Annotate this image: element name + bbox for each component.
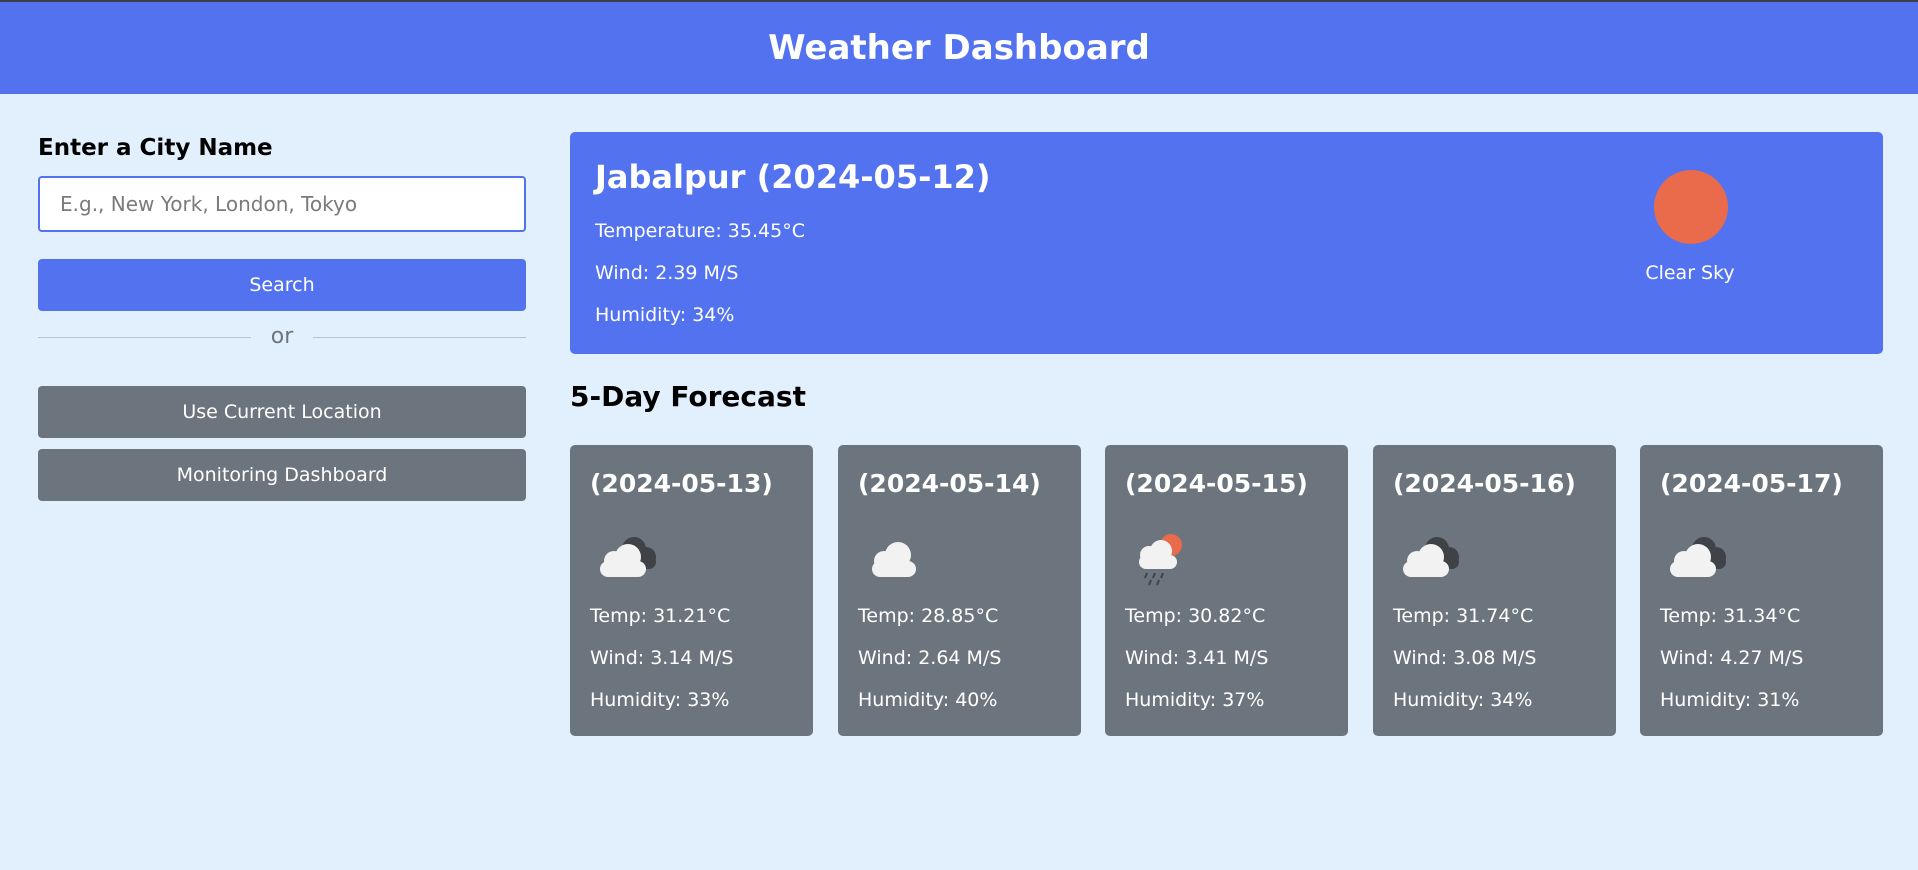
forecast-title: 5-Day Forecast [570,380,806,413]
use-current-location-button[interactable]: Use Current Location [38,386,526,438]
current-weather-card: Jabalpur (2024-05-12) Temperature: 35.45… [570,132,1883,354]
forecast-wind: Wind: 4.27 M/S [1660,647,1804,669]
forecast-humidity: Humidity: 40% [858,689,998,711]
forecast-card: (2024-05-17) Temp: 31.34°C Wind: 4.27 M/… [1640,445,1883,736]
forecast-date: (2024-05-14) [858,469,1041,498]
forecast-wind: Wind: 3.14 M/S [590,647,734,669]
monitoring-dashboard-button[interactable]: Monitoring Dashboard [38,449,526,501]
city-input-label: Enter a City Name [38,135,273,161]
forecast-wind: Wind: 2.64 M/S [858,647,1002,669]
current-weather-description: Clear Sky [1645,262,1735,284]
forecast-humidity: Humidity: 33% [590,689,730,711]
forecast-date: (2024-05-16) [1393,469,1576,498]
current-humidity: Humidity: 34% [595,304,735,326]
current-city-title: Jabalpur (2024-05-12) [595,158,991,196]
broken-clouds-icon [1403,537,1459,577]
broken-clouds-icon [600,537,656,577]
forecast-date: (2024-05-15) [1125,469,1308,498]
forecast-temp: Temp: 30.82°C [1125,605,1266,627]
forecast-humidity: Humidity: 31% [1660,689,1800,711]
forecast-card: (2024-05-13) Temp: 31.21°C Wind: 3.14 M/… [570,445,813,736]
city-search-input[interactable] [38,176,526,232]
forecast-card: (2024-05-14) Temp: 28.85°C Wind: 2.64 M/… [838,445,1081,736]
forecast-temp: Temp: 31.74°C [1393,605,1534,627]
page-title: Weather Dashboard [768,28,1150,68]
forecast-temp: Temp: 31.21°C [590,605,731,627]
or-separator: or [38,322,526,352]
forecast-date: (2024-05-13) [590,469,773,498]
forecast-wind: Wind: 3.41 M/S [1125,647,1269,669]
app-header: Weather Dashboard [0,2,1918,94]
forecast-humidity: Humidity: 37% [1125,689,1265,711]
current-wind: Wind: 2.39 M/S [595,262,739,284]
forecast-card: (2024-05-15) Temp: 30.82°C Wind: 3.41 M/… [1105,445,1348,736]
forecast-date: (2024-05-17) [1660,469,1843,498]
search-panel: Enter a City Name Search or Use Current … [38,130,526,501]
forecast-wind: Wind: 3.08 M/S [1393,647,1537,669]
light-rain-sun-icon [1139,534,1182,586]
current-temperature: Temperature: 35.45°C [595,220,805,242]
forecast-card: (2024-05-16) Temp: 31.74°C Wind: 3.08 M/… [1373,445,1616,736]
cloud-icon [872,542,916,577]
forecast-temp: Temp: 28.85°C [858,605,999,627]
current-weather-icon-box: Clear Sky [1640,170,1740,310]
separator-text: or [270,324,294,349]
clear-sky-sun-icon [1654,170,1728,244]
forecast-cards: (2024-05-13) Temp: 31.21°C Wind: 3.14 M/… [570,445,1883,736]
forecast-humidity: Humidity: 34% [1393,689,1533,711]
broken-clouds-icon [1670,537,1726,577]
forecast-temp: Temp: 31.34°C [1660,605,1801,627]
search-button[interactable]: Search [38,259,526,311]
